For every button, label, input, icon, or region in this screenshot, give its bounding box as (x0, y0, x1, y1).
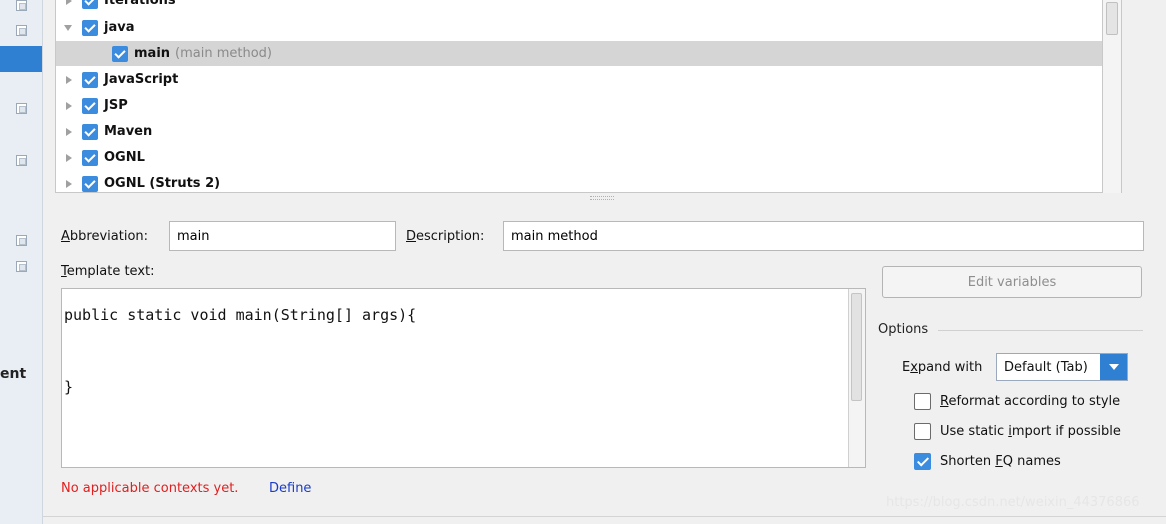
tree-item-javascript[interactable]: JavaScript (56, 67, 1102, 92)
copy-icon (16, 25, 27, 36)
no-contexts-warning: No applicable contexts yet. (61, 481, 239, 496)
reformat-checkbox-row[interactable]: Reformat according to style (914, 391, 1120, 411)
settings-sidebar: ent (0, 0, 43, 524)
tree-item-label: java (104, 20, 135, 35)
reformat-label: Reformat according to style (940, 394, 1120, 409)
checkbox-checked-icon[interactable] (112, 45, 128, 62)
mnemonic: x (910, 360, 918, 375)
mnemonic: F (995, 453, 1003, 469)
template-text-label: Template text: (61, 264, 155, 279)
expand-arrow-icon[interactable] (64, 75, 74, 85)
code-line: public static void main(String[] args){ (64, 306, 417, 324)
sidebar-item-label[interactable]: ent (0, 366, 26, 382)
tree-item-label: JSP (104, 98, 128, 113)
mnemonic: D (406, 229, 417, 244)
edit-variables-button[interactable]: Edit variables (882, 266, 1142, 298)
description-input[interactable]: main method (503, 221, 1144, 251)
tree-item-java[interactable]: java (56, 15, 1102, 40)
expand-arrow-icon[interactable] (64, 101, 74, 111)
label-text: Use static (940, 423, 1009, 439)
tree-item-label: OGNL (104, 150, 145, 165)
code-content[interactable]: public static void main(String[] args){ … (62, 303, 416, 399)
tree-item-main[interactable]: main (main method) (56, 41, 1102, 66)
checkbox-checked-icon[interactable] (82, 149, 98, 166)
abbreviation-input[interactable]: main (169, 221, 396, 251)
checkbox-checked-icon[interactable] (82, 19, 98, 36)
tree-item-description: (main method) (175, 46, 272, 61)
tree-item-ognl[interactable]: OGNL (56, 145, 1102, 170)
watermark-text: https://blog.csdn.net/weixin_44376866 (886, 495, 1140, 510)
sidebar-selected-item[interactable] (0, 46, 42, 72)
label-text: Q names (1002, 453, 1061, 469)
abbreviation-label: Abbreviation: (61, 229, 148, 244)
shorten-fq-checkbox[interactable] (914, 452, 931, 470)
static-import-checkbox[interactable] (914, 422, 931, 440)
template-text-editor[interactable]: public static void main(String[] args){ … (61, 288, 866, 468)
tree-item-label: OGNL (Struts 2) (104, 176, 221, 191)
expand-arrow-icon[interactable] (64, 153, 74, 163)
checkbox-checked-icon[interactable] (82, 175, 98, 192)
scrollbar-thumb[interactable] (1106, 2, 1118, 35)
label-text: escription: (416, 229, 485, 244)
label-text: pand with (917, 360, 983, 375)
mnemonic: A (61, 229, 70, 244)
options-divider (938, 330, 1143, 331)
chevron-down-icon[interactable] (1100, 354, 1127, 380)
label-text: bbreviation: (69, 229, 149, 244)
options-group-title: Options (878, 322, 929, 337)
tree-item-jsp[interactable]: JSP (56, 93, 1102, 118)
reformat-checkbox[interactable] (914, 392, 931, 410)
static-import-label: Use static import if possible (940, 424, 1121, 439)
label-text: E (902, 360, 911, 375)
scrollbar-thumb[interactable] (851, 293, 862, 401)
expand-arrow-icon[interactable] (64, 0, 74, 6)
expand-arrow-icon[interactable] (64, 127, 74, 137)
copy-icon (16, 0, 27, 11)
tree-item-label: JavaScript (104, 72, 179, 87)
expand-arrow-icon[interactable] (64, 179, 74, 189)
shorten-fq-checkbox-row[interactable]: Shorten FQ names (914, 451, 1061, 471)
checkbox-checked-icon[interactable] (82, 97, 98, 114)
editor-scrollbar[interactable] (848, 289, 865, 467)
checkbox-checked-icon[interactable] (82, 0, 98, 9)
tree-item-iterations[interactable]: Iterations (56, 0, 1102, 13)
tree-item-maven[interactable]: Maven (56, 119, 1102, 144)
label-text: Shorten (940, 453, 996, 469)
define-link[interactable]: Define (269, 481, 311, 496)
tree-item-label: main (134, 46, 171, 61)
copy-icon (16, 155, 27, 166)
copy-icon (16, 103, 27, 114)
label-text: eformat according to style (948, 393, 1121, 409)
description-label: Description: (406, 229, 484, 244)
label-text: emplate text: (66, 264, 155, 279)
label-text: mport if possible (1011, 423, 1121, 439)
template-tree[interactable]: Iterations java main (main method) JavaS… (55, 0, 1102, 193)
splitter-handle[interactable] (590, 196, 614, 200)
code-line: } (64, 378, 74, 396)
static-import-checkbox-row[interactable]: Use static import if possible (914, 421, 1121, 441)
tree-scrollbar[interactable] (1102, 0, 1122, 193)
expand-with-label: Expand with (902, 360, 982, 375)
divider (43, 516, 1166, 517)
select-value: Default (Tab) (1004, 359, 1088, 375)
tree-item-ognl-struts[interactable]: OGNL (Struts 2) (56, 171, 1102, 192)
shorten-fq-label: Shorten FQ names (940, 454, 1061, 469)
checkbox-checked-icon[interactable] (82, 71, 98, 88)
checkbox-checked-icon[interactable] (82, 123, 98, 140)
copy-icon (16, 235, 27, 246)
expand-with-select[interactable]: Default (Tab) (996, 353, 1128, 381)
collapse-arrow-icon[interactable] (64, 23, 74, 33)
tree-item-label: Iterations (104, 0, 176, 8)
copy-icon (16, 261, 27, 272)
tree-item-label: Maven (104, 124, 153, 139)
